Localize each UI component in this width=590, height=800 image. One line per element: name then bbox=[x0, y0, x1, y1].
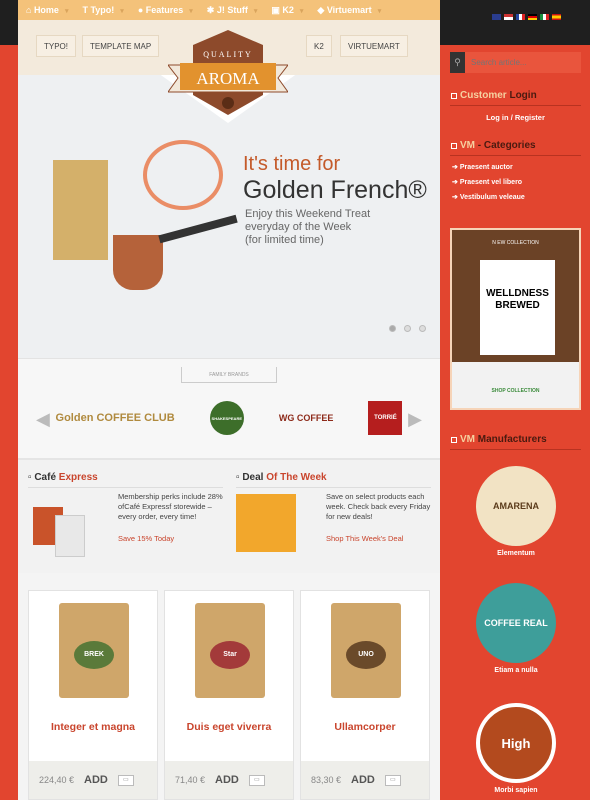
promo-text: Membership perks include 28% ofCafé Expr… bbox=[118, 492, 223, 521]
nav-typo[interactable]: T Typo! ▾ bbox=[82, 5, 123, 15]
typo-button[interactable]: TYPO! bbox=[36, 35, 77, 57]
language-switcher bbox=[492, 14, 561, 20]
manufacturer-item[interactable]: High Morbi sapien bbox=[466, 703, 566, 794]
promo-section: ▫ Café Express Membership perks include … bbox=[18, 458, 440, 573]
cart-icon[interactable]: ▭ bbox=[117, 774, 134, 786]
search-icon[interactable]: ⚲ bbox=[450, 52, 465, 73]
brand-golden[interactable]: Golden COFFEE CLUB bbox=[56, 401, 175, 435]
product-image[interactable]: UNO bbox=[331, 603, 401, 698]
chevron-down-icon: ▾ bbox=[189, 8, 193, 15]
cart-icon[interactable]: ▭ bbox=[248, 774, 265, 786]
product-name[interactable]: Integer et magna bbox=[29, 721, 157, 733]
cart-icon[interactable]: ▭ bbox=[384, 774, 401, 786]
virtuemart-button[interactable]: VIRTUEMART bbox=[340, 35, 408, 57]
brand-torrie[interactable]: TORRIÉ bbox=[368, 401, 403, 435]
chevron-down-icon: ▾ bbox=[377, 7, 382, 15]
flag-de-icon[interactable] bbox=[528, 14, 537, 20]
brand-shakespeare[interactable]: SHAKESPEARE bbox=[209, 401, 244, 435]
add-to-cart-button[interactable]: ADD bbox=[351, 774, 375, 786]
svg-text:AROMA: AROMA bbox=[196, 69, 260, 88]
k2-button[interactable]: K2 bbox=[306, 35, 332, 57]
manufacturer-item[interactable]: AMARENA Elementum bbox=[466, 466, 566, 557]
promo-title: ▫ Deal Of The Week bbox=[236, 472, 431, 488]
product-card[interactable]: UNO Ullamcorper 83,30 € ADD ▭ bbox=[300, 590, 430, 800]
product-image[interactable]: BREK bbox=[59, 603, 129, 698]
add-to-cart-button[interactable]: ADD bbox=[84, 774, 108, 786]
flag-uk-icon[interactable] bbox=[492, 14, 501, 20]
promo-link[interactable]: Save 15% Today bbox=[118, 534, 174, 543]
slide-dot[interactable] bbox=[404, 325, 411, 332]
pot-handle bbox=[158, 214, 238, 244]
chevron-down-icon: ▾ bbox=[64, 8, 69, 15]
manufacturer-item[interactable]: COFFEE REAL Etiam a nulla bbox=[466, 583, 566, 674]
template-map-button[interactable]: TEMPLATE MAP bbox=[82, 35, 160, 57]
coffee-pot-image bbox=[113, 235, 163, 290]
promo-title: ▫ Café Express bbox=[28, 472, 223, 488]
promo-text: Save on select products each week. Check… bbox=[326, 492, 431, 521]
promo-deal-of-week: ▫ Deal Of The Week Save on select produc… bbox=[236, 472, 431, 552]
login-link[interactable]: Log in bbox=[486, 113, 509, 122]
collection-banner[interactable]: N EW COLLECTION WELLDNESS BREWED SHOP COL… bbox=[450, 228, 581, 410]
product-card[interactable]: BREK Integer et magna 224,40 € ADD ▭ bbox=[28, 590, 158, 800]
search-input[interactable] bbox=[465, 52, 581, 73]
customer-login-module: Customer Login Log in / Register bbox=[450, 90, 581, 122]
product-name[interactable]: Ullamcorper bbox=[301, 721, 429, 733]
mugs-image bbox=[33, 507, 103, 557]
manufacturers-module: VM Manufacturers AMARENA Elementum COFFEE… bbox=[450, 428, 581, 800]
slide-dot[interactable] bbox=[389, 325, 396, 332]
deal-bag-image bbox=[236, 494, 296, 552]
add-to-cart-button[interactable]: ADD bbox=[215, 774, 239, 786]
coffee-bag-image bbox=[53, 160, 108, 260]
category-link[interactable]: ➔ Vestibulum veleaue bbox=[452, 193, 581, 201]
slide-title: It's time for Golden French® bbox=[243, 153, 427, 204]
product-image[interactable]: Star bbox=[195, 603, 265, 698]
flag-us-icon[interactable] bbox=[504, 14, 513, 20]
module-title: Customer Login bbox=[450, 90, 581, 106]
brands-carousel: FAMILY BRANDS ◀ ▶ Golden COFFEE CLUB SHA… bbox=[18, 358, 440, 458]
slide-subtitle: Enjoy this Weekend Treat everyday of the … bbox=[245, 208, 371, 246]
aroma-swirl-image bbox=[143, 140, 223, 210]
product-price: 224,40 € bbox=[39, 775, 75, 785]
flag-it-icon[interactable] bbox=[540, 14, 549, 20]
flag-fr-icon[interactable] bbox=[516, 14, 525, 20]
slide-dot[interactable] bbox=[419, 325, 426, 332]
main-nav: ⌂ Home ▾ T Typo! ▾ ● Features ▾ ✱ J! Stuff ▾… bbox=[18, 0, 440, 20]
flag-es-icon[interactable] bbox=[552, 14, 561, 20]
register-link[interactable]: Register bbox=[515, 113, 545, 122]
promo-link[interactable]: Shop This Week's Deal bbox=[326, 534, 403, 543]
search-box: ⚲ bbox=[450, 52, 581, 73]
svg-text:QUALITY: QUALITY bbox=[203, 50, 253, 59]
module-title: VM Manufacturers bbox=[450, 434, 581, 450]
chevron-down-icon: ▾ bbox=[299, 7, 304, 15]
nav-home[interactable]: ⌂ Home ▾ bbox=[26, 5, 68, 15]
nav-virtuemart[interactable]: ◆ Virtuemart ▾ bbox=[317, 5, 381, 16]
family-brands-label: FAMILY BRANDS bbox=[181, 367, 277, 383]
product-price: 71,40 € bbox=[175, 775, 206, 785]
product-list: BREK Integer et magna 224,40 € ADD ▭ Star … bbox=[28, 590, 430, 800]
main-column: ⌂ Home ▾ T Typo! ▾ ● Features ▾ ✱ J! Stuff ▾… bbox=[18, 0, 440, 800]
product-name[interactable]: Duis eget viverra bbox=[165, 721, 293, 733]
slider-pagination bbox=[389, 325, 426, 332]
chevron-down-icon: ▾ bbox=[120, 8, 124, 15]
product-price: 83,30 € bbox=[311, 775, 342, 785]
module-title: VM - Categories bbox=[450, 140, 581, 156]
logo[interactable]: QUALITY AROMA bbox=[166, 30, 290, 130]
nav-jstuff[interactable]: ✱ J! Stuff ▾ bbox=[207, 5, 258, 16]
brand-wg[interactable]: WG COFFEE bbox=[279, 401, 334, 435]
nav-features[interactable]: ● Features ▾ bbox=[138, 5, 193, 15]
category-link[interactable]: ➔ Praesent auctor bbox=[452, 163, 581, 171]
category-link[interactable]: ➔ Praesent vel libero bbox=[452, 178, 581, 186]
chevron-down-icon: ▾ bbox=[253, 7, 258, 15]
categories-module: VM - Categories ➔ Praesent auctor ➔ Prae… bbox=[450, 140, 581, 201]
promo-cafe-express: ▫ Café Express Membership perks include … bbox=[28, 472, 223, 557]
product-card[interactable]: Star Duis eget viverra 71,40 € ADD ▭ bbox=[164, 590, 294, 800]
nav-k2[interactable]: ▣ K2 ▾ bbox=[271, 5, 303, 16]
